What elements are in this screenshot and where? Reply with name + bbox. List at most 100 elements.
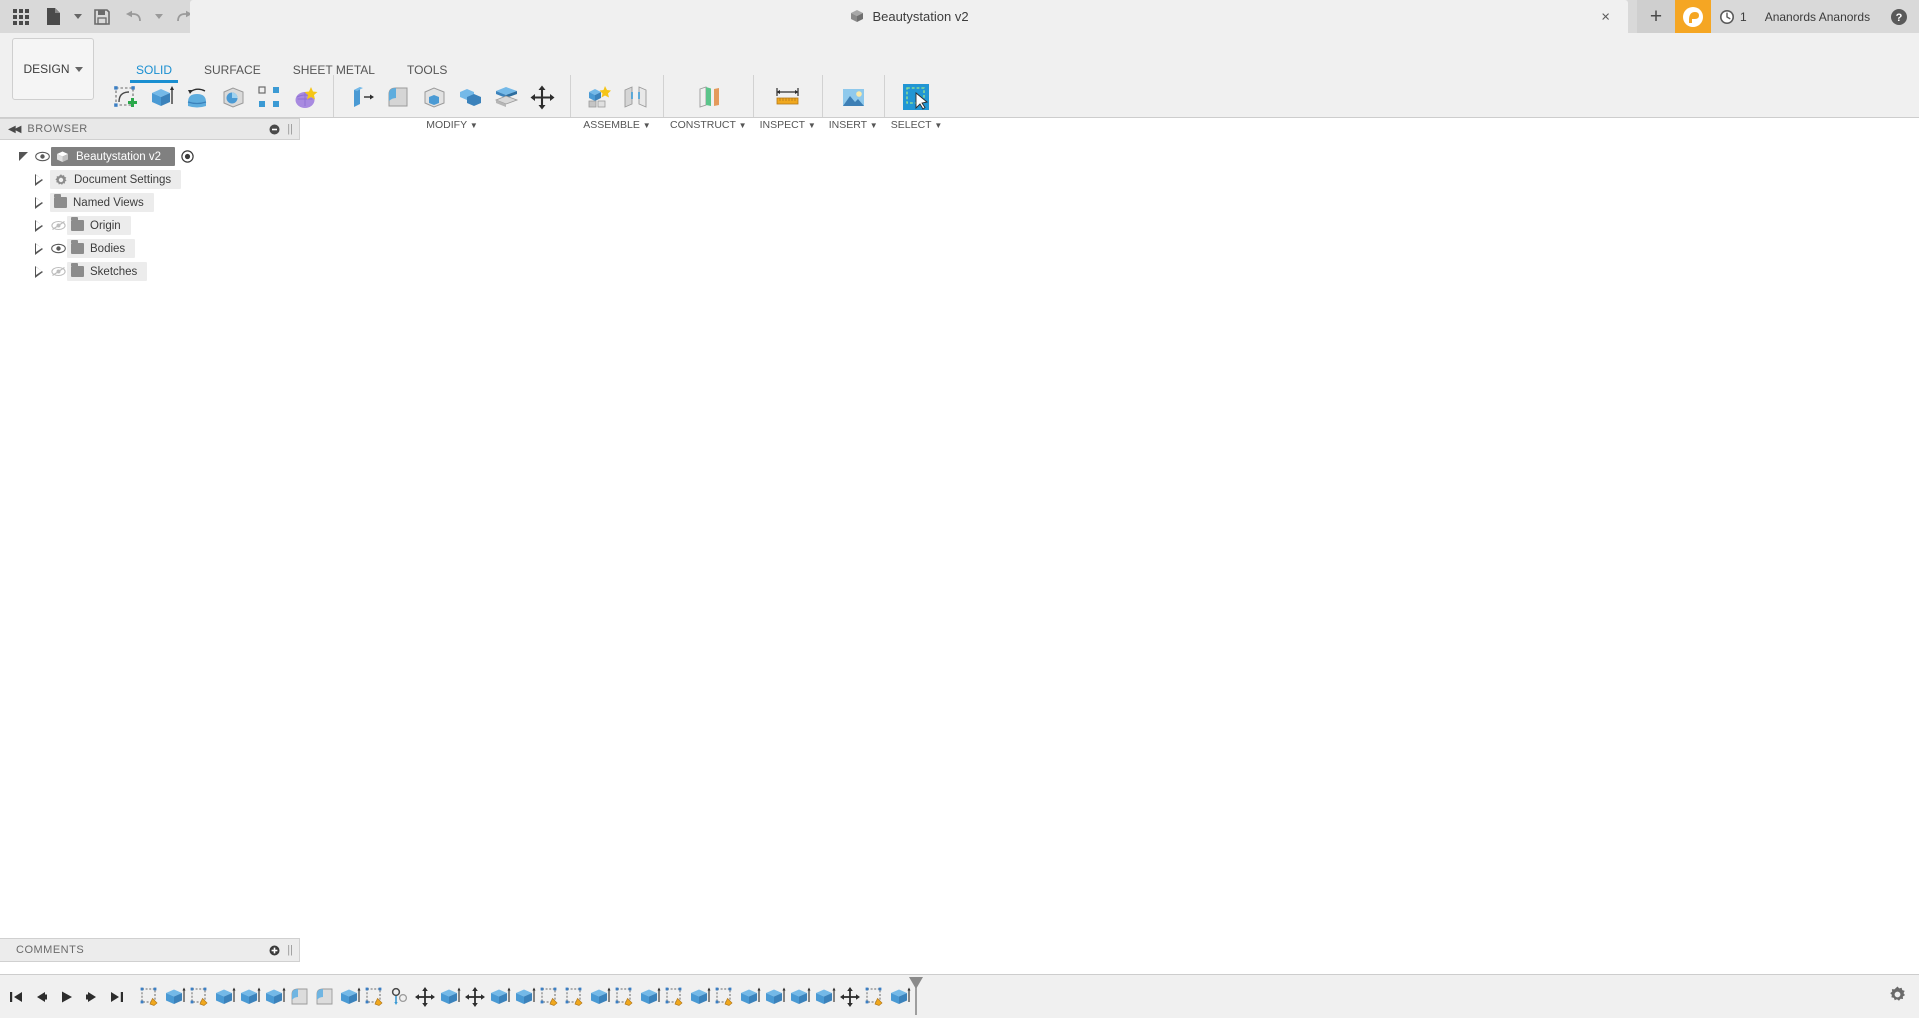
look-at-icon[interactable] <box>863 928 886 951</box>
display-settings-icon[interactable] <box>990 928 1022 951</box>
tree-item-document-settings[interactable]: Document Settings <box>0 168 300 191</box>
expander-right-icon[interactable] <box>28 174 50 186</box>
timeline-feature-sketch[interactable] <box>537 982 562 1012</box>
go-to-beginning-icon[interactable] <box>4 982 29 1012</box>
timeline-feature-sketch[interactable] <box>187 982 212 1012</box>
insert-image-icon[interactable] <box>836 80 870 114</box>
timeline-feature-extrude[interactable] <box>787 982 812 1012</box>
ribbon-group-inspect-label[interactable]: INSPECT ▼ <box>760 119 816 131</box>
pattern-icon[interactable] <box>252 80 286 114</box>
go-to-end-icon[interactable] <box>104 982 129 1012</box>
view-navigation-bar[interactable] <box>819 924 1101 954</box>
shell-icon[interactable] <box>417 80 451 114</box>
ribbon-group-construct-label[interactable]: CONSTRUCT ▼ <box>670 119 747 131</box>
view-cube[interactable]: Y X Z TOP FRONT RIGHT <box>1759 118 1909 238</box>
new-tab-button[interactable]: + <box>1637 0 1675 33</box>
timeline-track[interactable] <box>137 975 912 1018</box>
fillet-icon[interactable] <box>381 80 415 114</box>
timeline-end-marker[interactable] <box>907 977 925 1018</box>
step-back-icon[interactable] <box>29 982 54 1012</box>
timeline-feature-extrude[interactable] <box>237 982 262 1012</box>
grid-snaps-icon[interactable] <box>1025 928 1057 951</box>
app-grid-icon[interactable] <box>6 2 36 32</box>
ribbon-group-select-label[interactable]: SELECT ▼ <box>891 119 943 131</box>
timeline-feature-sketch[interactable] <box>562 982 587 1012</box>
timeline-feature-sketch[interactable] <box>612 982 637 1012</box>
combine-icon[interactable] <box>453 80 487 114</box>
timeline-feature-sketch[interactable] <box>137 982 162 1012</box>
timeline-feature-fillet[interactable] <box>287 982 312 1012</box>
move-copy-icon[interactable] <box>525 80 559 114</box>
expander-down-icon[interactable] <box>12 151 34 162</box>
visibility-eye-hidden-icon[interactable] <box>50 220 67 231</box>
select-window-icon[interactable] <box>899 80 933 114</box>
undo-dropdown-caret[interactable] <box>151 2 166 32</box>
timeline-feature-hole[interactable] <box>387 982 412 1012</box>
form-icon[interactable] <box>288 80 322 114</box>
tree-item-origin[interactable]: Origin <box>0 214 300 237</box>
expander-right-icon[interactable] <box>28 220 50 232</box>
timeline-feature-extrude[interactable] <box>762 982 787 1012</box>
timeline-feature-extrude[interactable] <box>212 982 237 1012</box>
visibility-eye-hidden-icon[interactable] <box>50 266 67 277</box>
timeline-feature-extrude[interactable] <box>262 982 287 1012</box>
save-icon[interactable] <box>87 2 117 32</box>
grid-snaps-dropdown-caret[interactable] <box>1049 937 1055 941</box>
job-status-button[interactable]: 1 <box>1719 9 1747 25</box>
fit-dropdown-caret[interactable] <box>965 937 971 941</box>
timeline-settings-icon[interactable] <box>1888 985 1907 1009</box>
timeline-feature-move[interactable] <box>462 982 487 1012</box>
play-icon[interactable] <box>54 982 79 1012</box>
comments-resize-handle[interactable]: || <box>287 944 293 956</box>
user-account-name[interactable]: Ananords Ananords <box>1765 10 1870 24</box>
browser-resize-handle[interactable]: || <box>287 123 293 135</box>
tree-item-named-views[interactable]: Named Views <box>0 191 300 214</box>
new-file-icon[interactable] <box>38 2 68 32</box>
timeline-feature-move[interactable] <box>412 982 437 1012</box>
revolve-icon[interactable] <box>180 80 214 114</box>
expander-right-icon[interactable] <box>28 243 50 255</box>
measure-icon[interactable] <box>771 80 805 114</box>
timeline-feature-extrude[interactable] <box>812 982 837 1012</box>
press-pull-icon[interactable] <box>345 80 379 114</box>
workspace-dropdown-caret[interactable] <box>75 67 83 72</box>
create-sketch-icon[interactable] <box>108 80 142 114</box>
comments-panel[interactable]: COMMENTS || <box>0 938 300 962</box>
fit-icon[interactable] <box>941 928 973 951</box>
timeline-feature-extrude[interactable] <box>337 982 362 1012</box>
expander-right-icon[interactable] <box>28 197 50 209</box>
beautystation-organizer-model[interactable] <box>455 404 960 674</box>
timeline-feature-extrude[interactable] <box>737 982 762 1012</box>
timeline-feature-extrude[interactable] <box>512 982 537 1012</box>
timeline-feature-sketch[interactable] <box>712 982 737 1012</box>
viewports-dropdown-caret[interactable] <box>1084 937 1090 941</box>
tree-item-sketches[interactable]: Sketches <box>0 260 300 283</box>
visibility-eye-icon[interactable] <box>34 151 51 162</box>
extrude-icon[interactable] <box>144 80 178 114</box>
document-tab[interactable]: Beautystation v2 × <box>190 0 1628 33</box>
timeline-feature-extrude[interactable] <box>487 982 512 1012</box>
offset-face-icon[interactable] <box>489 80 523 114</box>
browser-collapse-icon[interactable]: ◀◀ <box>8 124 19 135</box>
timeline-feature-fillet[interactable] <box>312 982 337 1012</box>
tree-item-bodies[interactable]: Bodies <box>0 237 300 260</box>
help-icon[interactable]: ? <box>1890 8 1908 26</box>
ribbon-group-modify-label[interactable]: MODIFY ▼ <box>426 119 478 131</box>
timeline-feature-sketch[interactable] <box>662 982 687 1012</box>
timeline-feature-extrude[interactable] <box>587 982 612 1012</box>
timeline-feature-extrude[interactable] <box>637 982 662 1012</box>
display-settings-dropdown-caret[interactable] <box>1014 937 1020 941</box>
new-component-icon[interactable] <box>582 80 616 114</box>
timeline-feature-extrude[interactable] <box>162 982 187 1012</box>
timeline-feature-extrude[interactable] <box>437 982 462 1012</box>
step-forward-icon[interactable] <box>79 982 104 1012</box>
fusion-logo-icon[interactable] <box>1675 0 1711 33</box>
offset-plane-icon[interactable] <box>691 80 725 114</box>
timeline-feature-sketch[interactable] <box>862 982 887 1012</box>
zoom-icon[interactable] <box>915 928 938 951</box>
new-file-dropdown-caret[interactable] <box>70 2 85 32</box>
timeline-feature-sketch[interactable] <box>362 982 387 1012</box>
expander-right-icon[interactable] <box>28 266 50 278</box>
joint-icon[interactable] <box>618 80 652 114</box>
orbit-icon[interactable] <box>828 928 860 951</box>
